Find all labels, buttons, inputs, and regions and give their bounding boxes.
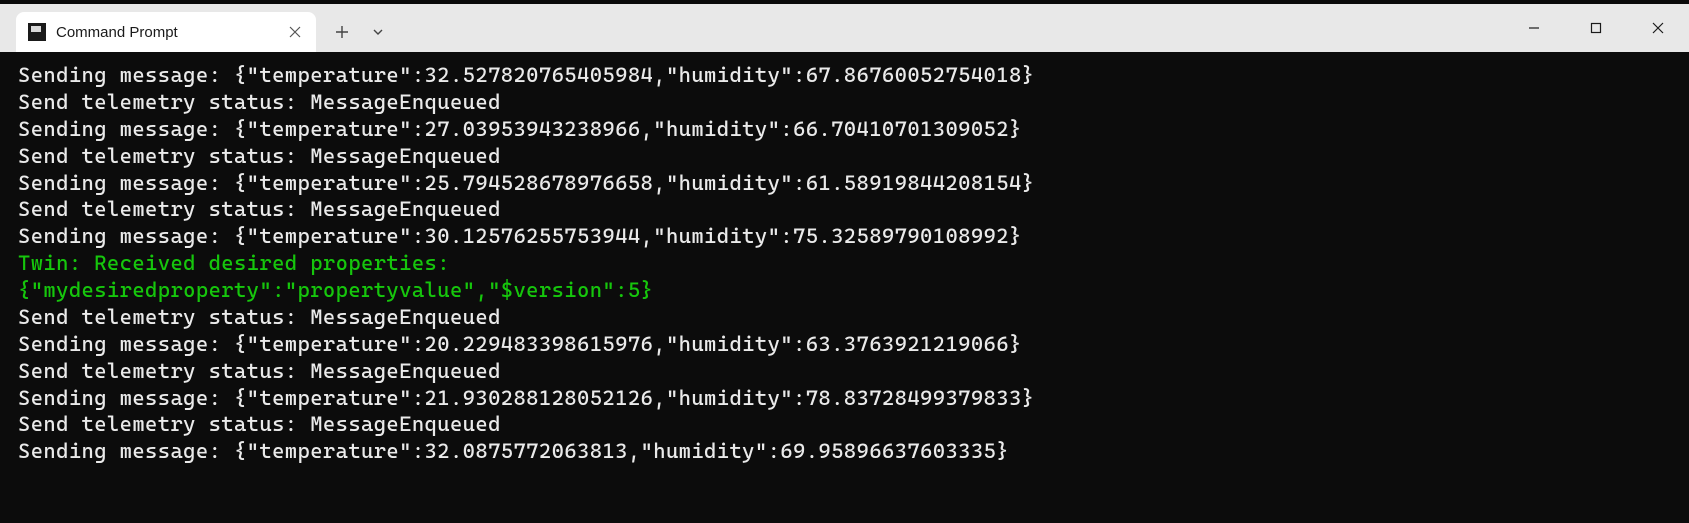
window-controls	[1503, 4, 1689, 52]
terminal-line: Send telemetry status: MessageEnqueued	[18, 89, 1671, 116]
terminal-line: Sending message: {"temperature":30.12576…	[18, 223, 1671, 250]
terminal-line: Send telemetry status: MessageEnqueued	[18, 143, 1671, 170]
cmd-icon	[28, 23, 46, 41]
tab-title: Command Prompt	[56, 24, 276, 41]
terminal-line: Send telemetry status: MessageEnqueued	[18, 196, 1671, 223]
terminal-line: Send telemetry status: MessageEnqueued	[18, 304, 1671, 331]
terminal-line: Send telemetry status: MessageEnqueued	[18, 411, 1671, 438]
terminal-line: {"mydesiredproperty":"propertyvalue","$v…	[18, 277, 1671, 304]
tab-close-button[interactable]	[286, 23, 304, 41]
terminal-line: Sending message: {"temperature":32.08757…	[18, 438, 1671, 465]
terminal-line: Sending message: {"temperature":27.03953…	[18, 116, 1671, 143]
terminal-line: Sending message: {"temperature":25.79452…	[18, 170, 1671, 197]
terminal-line: Twin: Received desired properties:	[18, 250, 1671, 277]
terminal-line: Sending message: {"temperature":20.22948…	[18, 331, 1671, 358]
terminal-line: Send telemetry status: MessageEnqueued	[18, 358, 1671, 385]
terminal-window: Command Prompt Sending messa	[0, 0, 1689, 523]
minimize-button[interactable]	[1503, 4, 1565, 52]
titlebar: Command Prompt	[0, 0, 1689, 52]
maximize-button[interactable]	[1565, 4, 1627, 52]
tab-dropdown-button[interactable]	[360, 14, 396, 50]
new-tab-button[interactable]	[324, 14, 360, 50]
tab-command-prompt[interactable]: Command Prompt	[16, 12, 316, 52]
terminal-output[interactable]: Sending message: {"temperature":32.52782…	[0, 52, 1689, 523]
terminal-line: Sending message: {"temperature":32.52782…	[18, 62, 1671, 89]
tab-strip: Command Prompt	[0, 4, 396, 52]
close-window-button[interactable]	[1627, 4, 1689, 52]
terminal-line: Sending message: {"temperature":21.93028…	[18, 385, 1671, 412]
